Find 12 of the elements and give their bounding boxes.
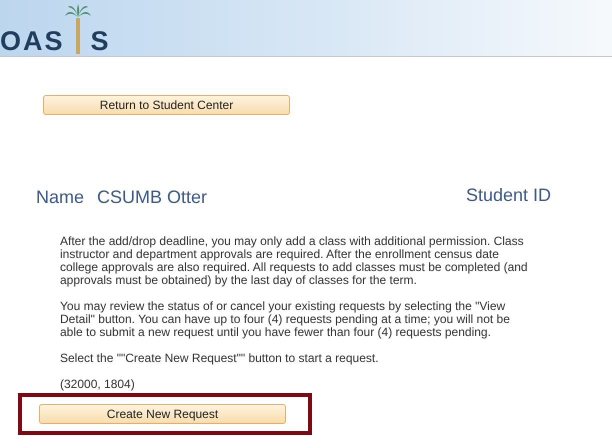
logo-text: OAS: [0, 28, 65, 55]
palm-tree-icon: [64, 3, 91, 55]
name-label: Name: [36, 186, 84, 209]
logo-text: S: [90, 28, 111, 55]
instruction-text: (32000, 1804): [60, 378, 136, 391]
instruction-text: You may review the status of or cancel your existing requests by selecting the "View Detail" button. You can have up to four (4) requests pending at a time; you will not be able to submit a new request until you have fewer than four (4) requests pending.: [60, 300, 511, 339]
create-request-button[interactable]: Create New Request: [39, 404, 286, 424]
instruction-text: Select the ""Create New Request"" button to start a request.: [60, 352, 380, 365]
name-value: CSUMB Otter: [97, 186, 208, 209]
return-button[interactable]: Return to Student Center: [43, 95, 290, 115]
instruction-text: After the add/drop deadline, you may only add a class with additional permission. Class instructor and department approvals are required. After the enrollment census date college approvals are also required. All requests to add classes must be completed (and approvals must be obtained) by the last day of classes for the term.: [60, 235, 529, 287]
student-id-label: Student ID: [466, 184, 551, 207]
